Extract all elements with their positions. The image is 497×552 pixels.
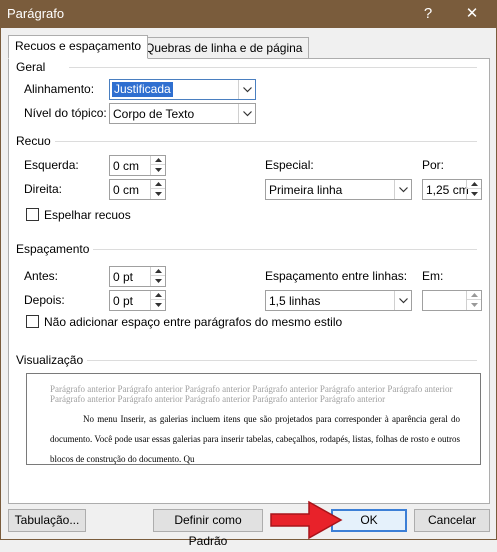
spin-down-icon[interactable] [467,189,481,198]
spin-down-icon[interactable] [151,300,165,309]
tab-quebras-linha-pagina[interactable]: Quebras de linha e de página [138,37,310,59]
tab-panel: Geral Alinhamento: Justificada Nível do … [8,58,490,504]
alinhamento-label: Alinhamento: [24,82,95,96]
spin-up-icon[interactable] [151,156,165,165]
em-stepper[interactable] [422,290,482,311]
tabulacao-button[interactable]: Tabulação... [8,509,86,532]
direita-value: 0 cm [113,183,140,197]
depois-stepper[interactable]: 0 pt [109,290,166,311]
espacamento-entre-linhas-select[interactable]: 1,5 linhas [265,290,412,311]
por-label: Por: [422,158,445,172]
espacamento-entre-linhas-label: Espaçamento entre linhas: [265,269,408,283]
section-visualizacao-label: Visualização [16,353,88,367]
chevron-down-icon[interactable] [238,104,255,123]
antes-label: Antes: [24,269,59,283]
spin-down-icon[interactable] [467,300,481,309]
nivel-topico-label: Nível do tópico: [24,106,107,120]
spin-down-icon[interactable] [151,165,165,174]
por-value: 1,25 cm [426,183,469,197]
spin-up-icon[interactable] [151,180,165,189]
spin-down-icon[interactable] [151,276,165,285]
dialog-body: Recuos e espaçamento Quebras de linha e … [0,28,497,548]
separator [54,141,477,142]
spin-up-icon[interactable] [467,291,481,300]
definir-padrao-button[interactable]: Definir como Padrão [153,509,263,548]
antes-stepper[interactable]: 0 pt [109,266,166,287]
especial-value: Primeira linha [269,183,343,197]
espelhar-recuos-checkbox[interactable] [26,208,39,221]
separator [85,360,477,361]
alinhamento-value: Justificada [112,82,173,97]
spin-up-icon[interactable] [151,267,165,276]
antes-value: 0 pt [113,270,134,284]
section-recuo-label: Recuo [16,134,55,148]
tab-recuos-espacamento[interactable]: Recuos e espaçamento [8,35,149,59]
especial-label: Especial: [265,158,314,172]
nao-adicionar-espaco-checkbox[interactable] [26,315,39,328]
section-espacamento-label: Espaçamento [16,242,94,256]
por-stepper[interactable]: 1,25 cm [422,179,482,200]
section-geral-label: Geral [16,60,50,74]
chevron-down-icon[interactable] [238,80,255,99]
especial-select[interactable]: Primeira linha [265,179,412,200]
direita-stepper[interactable]: 0 cm [109,179,166,200]
alinhamento-select[interactable]: Justificada [109,79,256,100]
separator [69,67,477,68]
spin-up-icon[interactable] [467,180,481,189]
annotation-arrow [270,500,343,540]
chevron-down-icon[interactable] [394,180,411,199]
spin-down-icon[interactable] [151,189,165,198]
nao-adicionar-espaco-label: Não adicionar espaço entre parágrafos do… [44,315,343,329]
esquerda-label: Esquerda: [24,158,79,172]
depois-value: 0 pt [113,294,134,308]
esquerda-value: 0 cm [113,159,140,173]
preview-prior-paragraph: Parágrafo anterior Parágrafo anterior Pa… [50,384,453,404]
esquerda-stepper[interactable]: 0 cm [109,155,166,176]
chevron-down-icon[interactable] [394,291,411,310]
dialog-title: Parágrafo [7,6,65,21]
espelhar-recuos-label: Espelhar recuos [44,208,131,222]
close-button[interactable]: ✕ [452,0,492,28]
preview-sample-text: No menu Inserir, as galerias incluem ite… [50,414,460,464]
direita-label: Direita: [24,182,63,196]
help-button[interactable]: ? [408,0,448,28]
espacamento-entre-linhas-value: 1,5 linhas [269,294,321,308]
nivel-topico-value: Corpo de Texto [113,107,195,121]
em-label: Em: [422,269,444,283]
spin-up-icon[interactable] [151,291,165,300]
nivel-topico-select[interactable]: Corpo de Texto [109,103,256,124]
title-bar: Parágrafo ? ✕ [0,0,497,28]
paragraph-preview: Parágrafo anterior Parágrafo anterior Pa… [26,373,481,465]
cancel-button[interactable]: Cancelar [414,509,490,532]
separator [89,249,477,250]
depois-label: Depois: [24,293,65,307]
